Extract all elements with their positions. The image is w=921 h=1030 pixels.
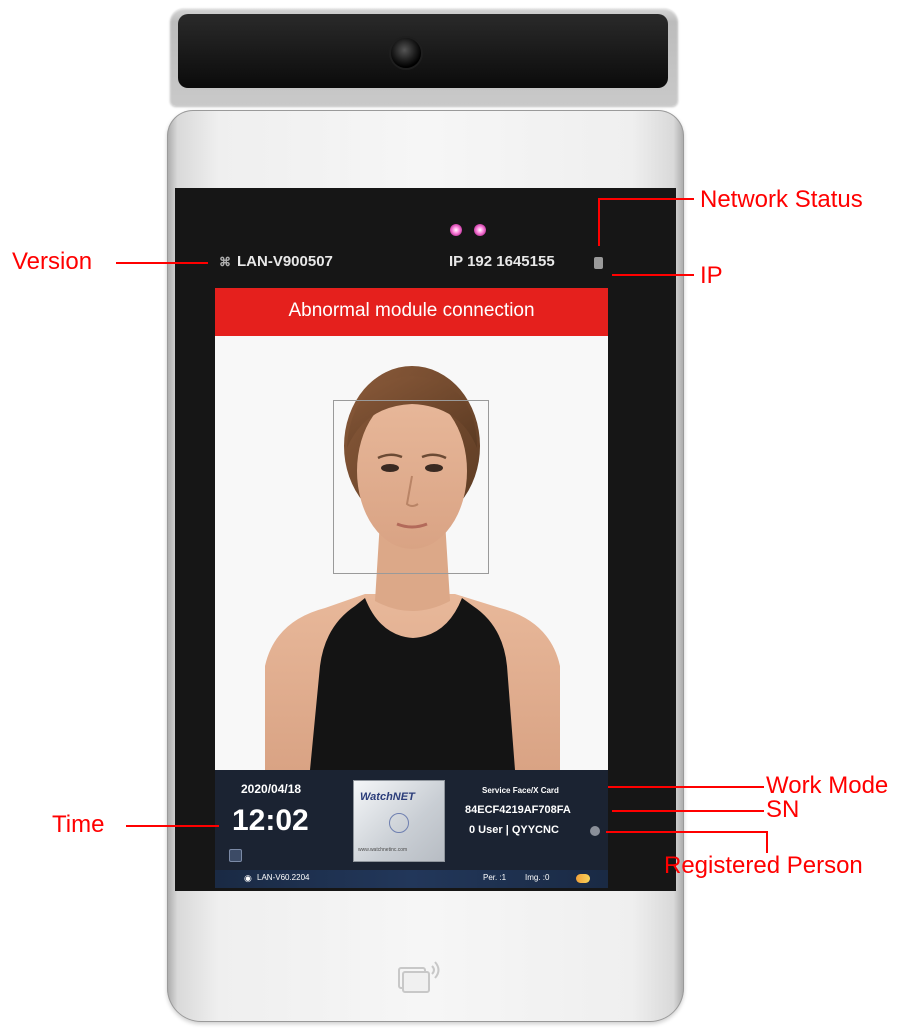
date-label: 2020/04/18 [241,782,302,796]
camera-window [178,14,668,88]
annotation-work-mode-line [608,786,764,788]
camera-lens-icon [391,38,421,68]
led-icon [450,224,462,236]
annotation-ip-line [612,274,694,276]
logo-emblem-icon [389,813,409,833]
annotation-network-status-connector [598,198,600,246]
ip-label: IP 192 1645155 [449,253,555,270]
person-count-label: Per. :1 [483,873,507,882]
watchnet-logo: WatchNET www.watchnetinc.com [353,780,445,862]
wifi-icon: ◉ [244,873,252,883]
annotation-registered-person-connector [766,831,768,853]
nfc-card-icon [398,961,440,993]
face-detection-box [333,400,489,574]
annotation-time: Time [52,811,105,838]
annotation-time-line [126,825,219,827]
network-status-icon [594,257,603,269]
annotation-registered-person-line [606,831,768,833]
annotation-network-status: Network Status [700,186,863,213]
alert-banner: Abnormal module connection [215,288,608,336]
version-label: LAN-V900507 [237,253,333,270]
led-icon [474,224,486,236]
annotation-version-line [116,262,208,264]
work-mode-label: Service Face/X Card [482,786,559,795]
time-label: 12:02 [232,804,309,837]
annotation-version: Version [12,248,93,275]
status-version-label: LAN-V60.2204 [257,873,310,882]
annotation-network-status-line [598,198,694,200]
logo-text: WatchNET [360,791,415,803]
settings-icon[interactable] [229,849,242,862]
usb-icon: ⌘ [219,255,231,269]
ir-led-indicators [450,224,496,238]
registered-person-label: 0 User | QYYCNC [469,824,559,836]
annotation-sn: SN [766,796,800,823]
annotation-registered-person: Registered Person [664,852,863,879]
image-count-label: Img. :0 [525,873,550,882]
toggle-icon[interactable] [576,874,590,883]
annotation-sn-line [612,810,764,812]
annotation-ip: IP [700,262,723,289]
sn-label: 84ECF4219AF708FA [465,804,571,816]
logo-url: www.watchnetinc.com [358,847,408,853]
status-dot-icon [590,826,600,836]
